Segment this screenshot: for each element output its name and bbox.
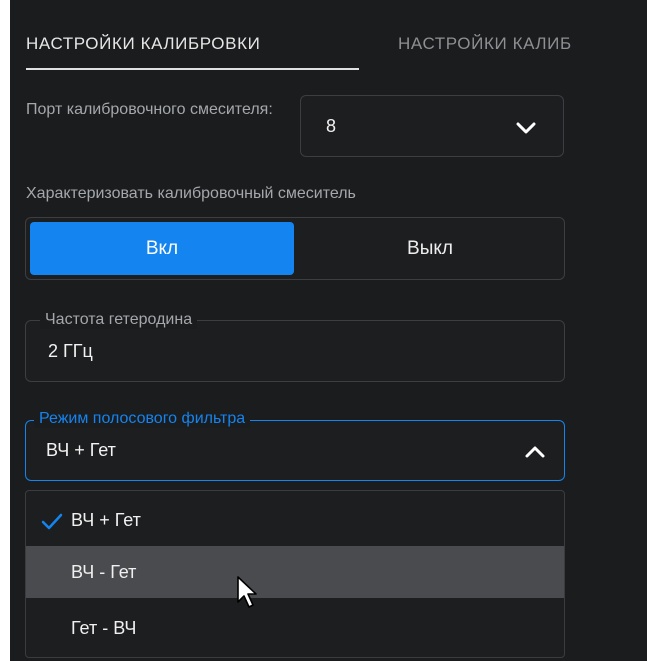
dropdown-option-rf-plus-lo[interactable]: ВЧ + Гет (26, 494, 564, 546)
calibration-settings-panel: НАСТРОЙКИ КАЛИБРОВКИ НАСТРОЙКИ КАЛИБ Пор… (10, 0, 647, 661)
dropdown-option-lo-minus-rf[interactable]: Гет - ВЧ (26, 602, 564, 654)
tab-calibration-settings-2[interactable]: НАСТРОЙКИ КАЛИБ (398, 34, 572, 54)
toggle-on-button[interactable]: Вкл (30, 222, 294, 275)
chevron-down-icon (516, 122, 536, 134)
lo-frequency-label: Частота гетеродина (40, 311, 198, 329)
tab-calibration-settings[interactable]: НАСТРОЙКИ КАЛИБРОВКИ (26, 34, 260, 54)
port-select[interactable]: 8 (300, 95, 564, 157)
port-label: Порт калибровочного смесителя: (26, 101, 273, 118)
bandpass-mode-value: ВЧ + Гет (46, 440, 116, 460)
mouse-cursor-icon (237, 576, 257, 608)
bandpass-mode-label: Режим полосового фильтра (34, 410, 251, 428)
dropdown-option-rf-minus-lo[interactable]: ВЧ - Гет (26, 546, 564, 598)
lo-frequency-field[interactable]: 2 ГГц (25, 320, 565, 382)
dropdown-option-label: ВЧ - Гет (71, 562, 137, 582)
port-value: 8 (326, 116, 337, 136)
dropdown-option-label: Гет - ВЧ (71, 618, 137, 638)
toggle-off-button[interactable]: Выкл (300, 222, 560, 275)
chevron-up-icon (525, 446, 545, 458)
bandpass-mode-dropdown: ВЧ + Гет ВЧ - Гет Гет - ВЧ (25, 490, 565, 658)
active-tab-indicator (26, 68, 359, 70)
dropdown-option-label: ВЧ + Гет (71, 510, 141, 530)
lo-frequency-value: 2 ГГц (48, 341, 93, 361)
bandpass-mode-select[interactable]: ВЧ + Гет (25, 420, 565, 481)
checkmark-icon (41, 513, 63, 530)
characterize-label: Характеризовать калибровочный смеситель (26, 185, 356, 202)
